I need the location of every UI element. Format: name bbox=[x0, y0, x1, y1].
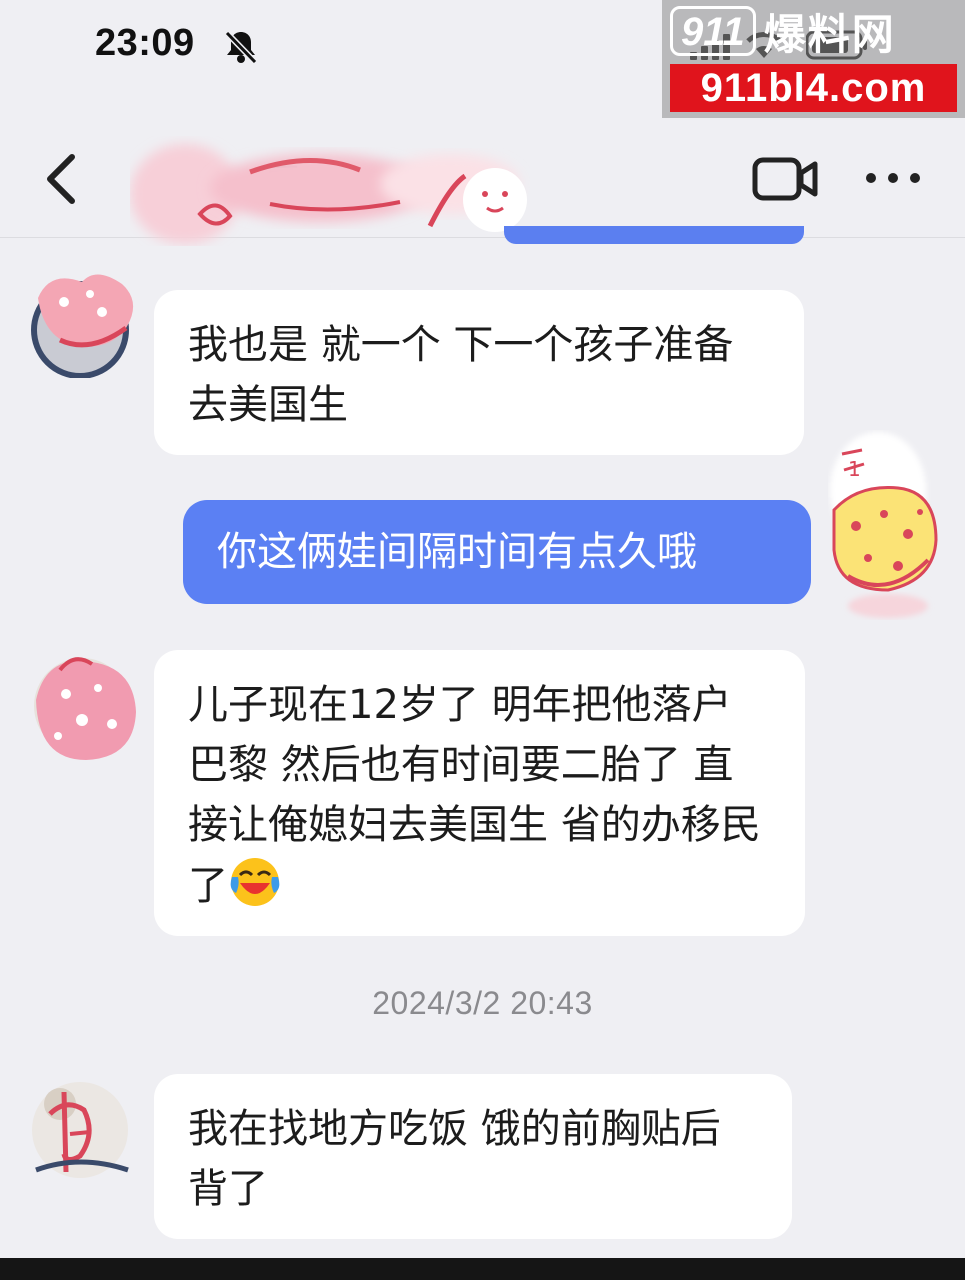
self-avatar[interactable]: 1 bbox=[828, 430, 940, 620]
svg-text:1: 1 bbox=[848, 457, 861, 481]
status-time: 23:09 bbox=[95, 22, 195, 64]
contact-avatar[interactable] bbox=[30, 1074, 134, 1186]
back-arrow-icon[interactable] bbox=[40, 151, 84, 207]
message-bubble-incoming[interactable]: 我也是 就一个 下一个孩子准备去美国生 bbox=[154, 290, 804, 455]
contact-avatar[interactable] bbox=[30, 268, 140, 378]
watermark-number: 911 bbox=[670, 6, 756, 56]
timestamp-divider: 2024/3/2 20:43 bbox=[372, 985, 593, 1021]
message-bubble-incoming[interactable]: 儿子现在12岁了 明年把他落户巴黎 然后也有时间要二胎了 直接让俺媳妇去美国生 … bbox=[154, 650, 805, 936]
laughing-crying-emoji-icon bbox=[230, 858, 280, 906]
watermark-url: 911bl4.com bbox=[670, 64, 957, 112]
watermark-title: 爆料网 bbox=[763, 9, 896, 59]
previous-message-edge bbox=[504, 226, 804, 244]
message-bubble-incoming[interactable]: 我在找地方吃饭 饿的前胸贴后背了 bbox=[154, 1074, 792, 1239]
message-text: 我也是 就一个 下一个孩子准备去美国生 bbox=[188, 322, 734, 428]
contact-avatar[interactable] bbox=[30, 650, 142, 766]
message-text: 我在找地方吃饭 饿的前胸贴后背了 bbox=[188, 1106, 721, 1212]
message-text: 你这俩娃间隔时间有点久哦 bbox=[217, 529, 697, 575]
chat-header: 哥 bbox=[0, 118, 965, 244]
message-bubble-outgoing[interactable]: 你这俩娃间隔时间有点久哦 bbox=[183, 500, 811, 604]
bottom-edge bbox=[0, 1258, 965, 1280]
video-call-icon[interactable] bbox=[752, 156, 818, 202]
muted-bell-icon bbox=[224, 30, 258, 65]
watermark-badge: 911 爆料网 911bl4.com bbox=[662, 0, 965, 118]
more-options-icon[interactable] bbox=[864, 166, 922, 190]
censor-sticker-icon bbox=[130, 144, 527, 244]
